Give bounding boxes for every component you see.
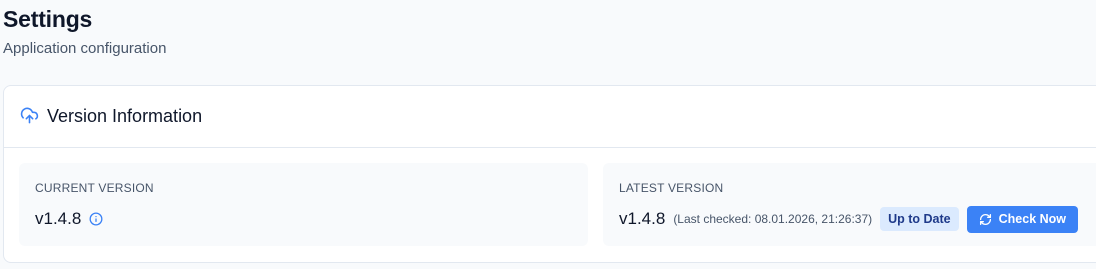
- current-version-label: CURRENT VERSION: [35, 181, 154, 195]
- current-version-value: v1.4.8: [35, 209, 82, 228]
- refresh-icon: [979, 213, 992, 226]
- status-badge: Up to Date: [880, 207, 959, 231]
- version-information-card: Version Information CURRENT VERSION v1.4…: [3, 85, 1096, 263]
- check-now-label: Check Now: [998, 212, 1067, 226]
- latest-version-row: v1.4.8 (Last checked: 08.01.2026, 21:26:…: [619, 205, 1079, 233]
- current-version-row: v1.4.8: [35, 207, 103, 231]
- card-header: Version Information: [4, 86, 1096, 148]
- latest-version-label: LATEST VERSION: [619, 181, 724, 195]
- settings-page: Settings Application configuration Versi…: [0, 0, 1096, 269]
- page-subtitle: Application configuration: [3, 40, 167, 57]
- latest-version-panel: LATEST VERSION v1.4.8 (Last checked: 08.…: [603, 163, 1096, 246]
- last-checked-text: (Last checked: 08.01.2026, 21:26:37): [673, 212, 873, 226]
- page-title: Settings: [3, 6, 93, 32]
- cloud-upload-icon: [20, 106, 39, 125]
- latest-version-value: v1.4.8: [619, 209, 666, 228]
- current-version-panel: CURRENT VERSION v1.4.8: [19, 163, 588, 246]
- card-title: Version Information: [47, 106, 203, 126]
- info-icon[interactable]: [89, 212, 103, 226]
- check-now-button[interactable]: Check Now: [966, 205, 1079, 233]
